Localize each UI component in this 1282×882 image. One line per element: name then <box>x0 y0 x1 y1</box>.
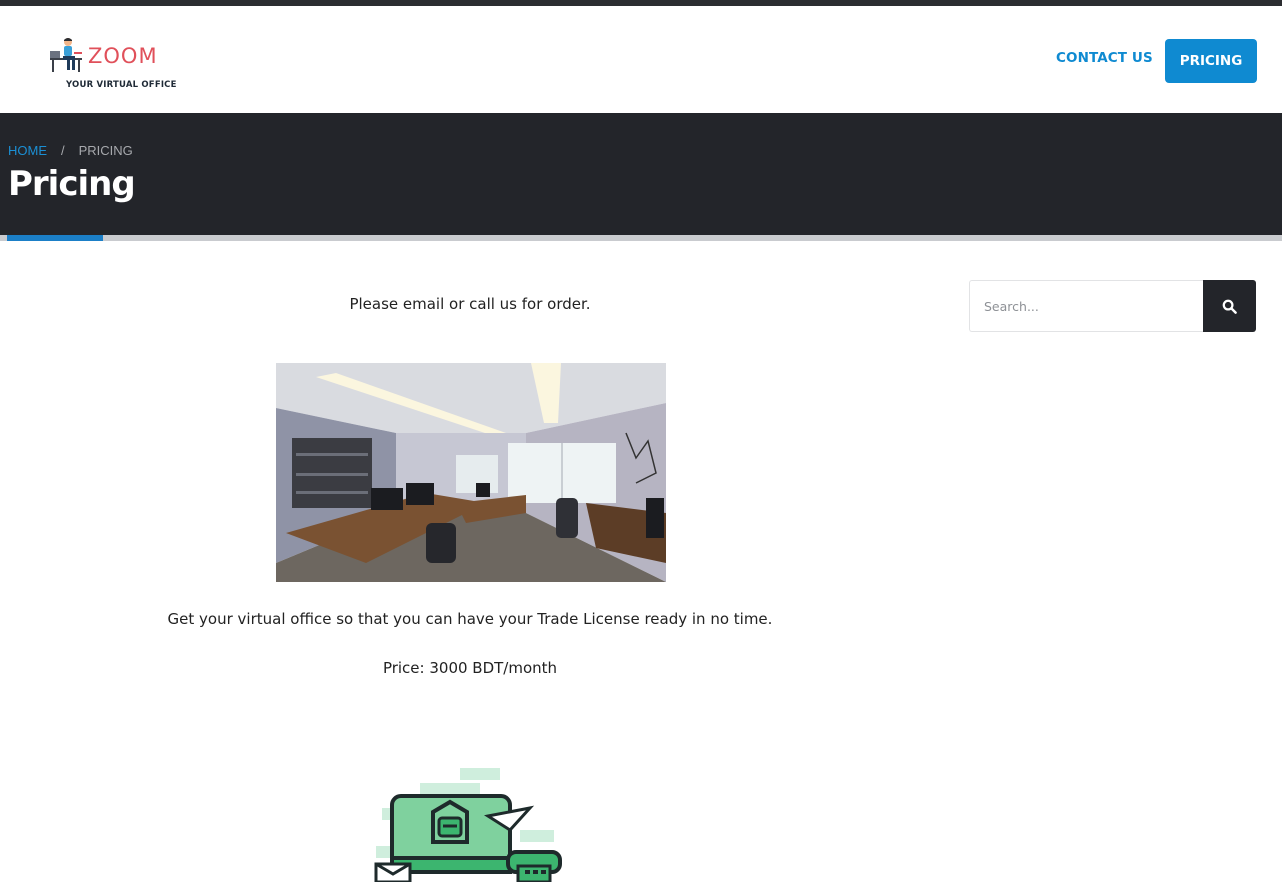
reading-progress-fill <box>7 235 104 241</box>
search-icon <box>1222 299 1237 314</box>
price-text: Price: 3000 BDT/month <box>382 659 558 677</box>
page-title: Pricing <box>8 164 136 204</box>
page-header-banner: HOME / PRICING Pricing <box>0 113 1282 235</box>
breadcrumb-separator: / <box>61 143 65 158</box>
order-instructions: Please email or call us for order. <box>349 295 591 313</box>
nav-pricing-button[interactable]: PRICING <box>1165 39 1257 83</box>
sidebar-search-form <box>969 280 1256 332</box>
service-description: Get your virtual office so that you can … <box>167 610 773 628</box>
nav-contact-link[interactable]: CONTACT US <box>1056 50 1153 66</box>
search-input[interactable] <box>969 280 1204 332</box>
site-logo[interactable]: ZOOM YOUR VIRTUAL OFFICE <box>48 36 176 96</box>
office-photo <box>276 363 666 582</box>
breadcrumb: HOME / PRICING <box>8 143 133 158</box>
person-at-desk-icon <box>50 38 82 72</box>
search-button[interactable] <box>1203 280 1256 332</box>
reading-progress-bar <box>0 235 1282 241</box>
breadcrumb-current: PRICING <box>78 143 133 158</box>
contact-channels-illustration <box>374 768 562 882</box>
logo-wordmark: ZOOM <box>88 44 158 68</box>
site-header: ZOOM YOUR VIRTUAL OFFICE CONTACT US PRIC… <box>0 6 1282 113</box>
logo-tagline: YOUR VIRTUAL OFFICE <box>66 80 177 90</box>
breadcrumb-home-link[interactable]: HOME <box>8 143 47 158</box>
